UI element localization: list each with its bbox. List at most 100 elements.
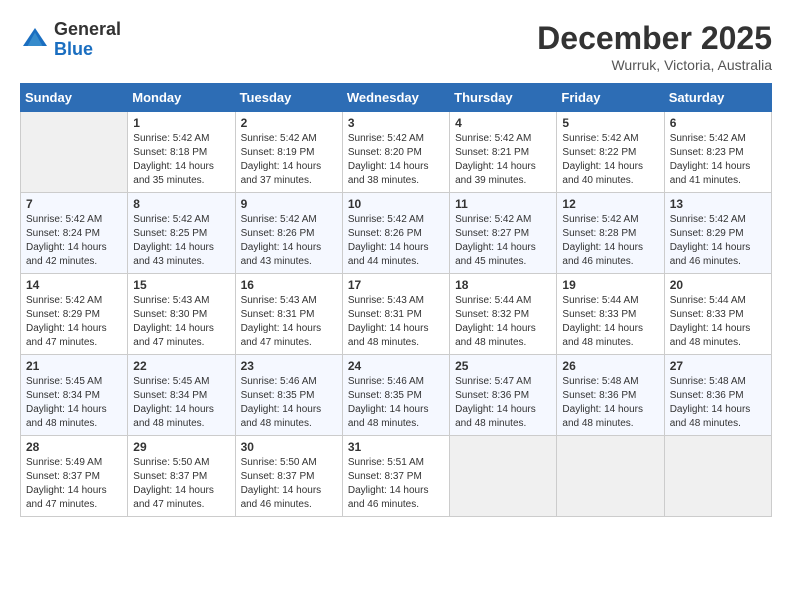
sunset-text: Sunset: 8:37 PM: [26, 471, 100, 482]
sunset-text: Sunset: 8:25 PM: [133, 228, 207, 239]
calendar-week-3: 14 Sunrise: 5:42 AM Sunset: 8:29 PM Dayl…: [21, 274, 772, 355]
day-info: Sunrise: 5:42 AM Sunset: 8:22 PM Dayligh…: [562, 132, 658, 188]
sunrise-text: Sunrise: 5:49 AM: [26, 457, 102, 468]
calendar-week-2: 7 Sunrise: 5:42 AM Sunset: 8:24 PM Dayli…: [21, 193, 772, 274]
col-monday: Monday: [128, 84, 235, 112]
day-number: 8: [133, 197, 229, 211]
day-info: Sunrise: 5:46 AM Sunset: 8:35 PM Dayligh…: [348, 375, 444, 431]
calendar-cell: 19 Sunrise: 5:44 AM Sunset: 8:33 PM Dayl…: [557, 274, 664, 355]
day-number: 20: [670, 278, 766, 292]
sunset-text: Sunset: 8:36 PM: [670, 390, 744, 401]
day-number: 19: [562, 278, 658, 292]
sunrise-text: Sunrise: 5:48 AM: [670, 376, 746, 387]
day-number: 29: [133, 440, 229, 454]
sunrise-text: Sunrise: 5:45 AM: [26, 376, 102, 387]
day-info: Sunrise: 5:45 AM Sunset: 8:34 PM Dayligh…: [26, 375, 122, 431]
sunrise-text: Sunrise: 5:44 AM: [455, 295, 531, 306]
calendar-cell: 22 Sunrise: 5:45 AM Sunset: 8:34 PM Dayl…: [128, 355, 235, 436]
day-number: 3: [348, 116, 444, 130]
sunset-text: Sunset: 8:29 PM: [670, 228, 744, 239]
daylight-text: Daylight: 14 hours and 46 minutes.: [241, 485, 322, 510]
sunrise-text: Sunrise: 5:47 AM: [455, 376, 531, 387]
sunset-text: Sunset: 8:37 PM: [241, 471, 315, 482]
daylight-text: Daylight: 14 hours and 38 minutes.: [348, 161, 429, 186]
logo-icon: [20, 25, 50, 55]
day-number: 4: [455, 116, 551, 130]
day-number: 27: [670, 359, 766, 373]
sunset-text: Sunset: 8:19 PM: [241, 147, 315, 158]
daylight-text: Daylight: 14 hours and 46 minutes.: [562, 242, 643, 267]
sunrise-text: Sunrise: 5:44 AM: [562, 295, 638, 306]
daylight-text: Daylight: 14 hours and 37 minutes.: [241, 161, 322, 186]
calendar-cell: 21 Sunrise: 5:45 AM Sunset: 8:34 PM Dayl…: [21, 355, 128, 436]
daylight-text: Daylight: 14 hours and 48 minutes.: [562, 404, 643, 429]
logo-text: General Blue: [54, 20, 121, 60]
day-info: Sunrise: 5:42 AM Sunset: 8:18 PM Dayligh…: [133, 132, 229, 188]
day-info: Sunrise: 5:42 AM Sunset: 8:20 PM Dayligh…: [348, 132, 444, 188]
sunset-text: Sunset: 8:31 PM: [348, 309, 422, 320]
calendar-cell: [21, 112, 128, 193]
col-friday: Friday: [557, 84, 664, 112]
sunset-text: Sunset: 8:33 PM: [562, 309, 636, 320]
sunrise-text: Sunrise: 5:50 AM: [241, 457, 317, 468]
day-info: Sunrise: 5:43 AM Sunset: 8:31 PM Dayligh…: [348, 294, 444, 350]
day-info: Sunrise: 5:50 AM Sunset: 8:37 PM Dayligh…: [133, 456, 229, 512]
sunset-text: Sunset: 8:20 PM: [348, 147, 422, 158]
sunrise-text: Sunrise: 5:43 AM: [348, 295, 424, 306]
page-header: General Blue December 2025 Wurruk, Victo…: [20, 20, 772, 73]
logo-general-text: General: [54, 20, 121, 40]
calendar-cell: 14 Sunrise: 5:42 AM Sunset: 8:29 PM Dayl…: [21, 274, 128, 355]
daylight-text: Daylight: 14 hours and 35 minutes.: [133, 161, 214, 186]
day-info: Sunrise: 5:42 AM Sunset: 8:29 PM Dayligh…: [26, 294, 122, 350]
day-info: Sunrise: 5:42 AM Sunset: 8:28 PM Dayligh…: [562, 213, 658, 269]
daylight-text: Daylight: 14 hours and 48 minutes.: [562, 323, 643, 348]
day-info: Sunrise: 5:42 AM Sunset: 8:19 PM Dayligh…: [241, 132, 337, 188]
daylight-text: Daylight: 14 hours and 48 minutes.: [133, 404, 214, 429]
day-number: 10: [348, 197, 444, 211]
day-info: Sunrise: 5:42 AM Sunset: 8:25 PM Dayligh…: [133, 213, 229, 269]
day-info: Sunrise: 5:44 AM Sunset: 8:33 PM Dayligh…: [670, 294, 766, 350]
daylight-text: Daylight: 14 hours and 39 minutes.: [455, 161, 536, 186]
sunrise-text: Sunrise: 5:42 AM: [133, 133, 209, 144]
day-info: Sunrise: 5:42 AM Sunset: 8:29 PM Dayligh…: [670, 213, 766, 269]
day-number: 24: [348, 359, 444, 373]
sunset-text: Sunset: 8:35 PM: [241, 390, 315, 401]
day-info: Sunrise: 5:42 AM Sunset: 8:27 PM Dayligh…: [455, 213, 551, 269]
day-number: 25: [455, 359, 551, 373]
calendar-cell: 2 Sunrise: 5:42 AM Sunset: 8:19 PM Dayli…: [235, 112, 342, 193]
daylight-text: Daylight: 14 hours and 48 minutes.: [455, 404, 536, 429]
calendar-cell: 27 Sunrise: 5:48 AM Sunset: 8:36 PM Dayl…: [664, 355, 771, 436]
calendar-cell: 13 Sunrise: 5:42 AM Sunset: 8:29 PM Dayl…: [664, 193, 771, 274]
day-number: 16: [241, 278, 337, 292]
calendar-cell: 15 Sunrise: 5:43 AM Sunset: 8:30 PM Dayl…: [128, 274, 235, 355]
day-info: Sunrise: 5:42 AM Sunset: 8:21 PM Dayligh…: [455, 132, 551, 188]
daylight-text: Daylight: 14 hours and 43 minutes.: [133, 242, 214, 267]
sunrise-text: Sunrise: 5:42 AM: [670, 133, 746, 144]
daylight-text: Daylight: 14 hours and 46 minutes.: [348, 485, 429, 510]
daylight-text: Daylight: 14 hours and 40 minutes.: [562, 161, 643, 186]
day-number: 15: [133, 278, 229, 292]
day-number: 18: [455, 278, 551, 292]
col-sunday: Sunday: [21, 84, 128, 112]
sunrise-text: Sunrise: 5:42 AM: [241, 214, 317, 225]
daylight-text: Daylight: 14 hours and 47 minutes.: [241, 323, 322, 348]
calendar-header-row: Sunday Monday Tuesday Wednesday Thursday…: [21, 84, 772, 112]
daylight-text: Daylight: 14 hours and 48 minutes.: [670, 404, 751, 429]
daylight-text: Daylight: 14 hours and 48 minutes.: [241, 404, 322, 429]
calendar-cell: 5 Sunrise: 5:42 AM Sunset: 8:22 PM Dayli…: [557, 112, 664, 193]
daylight-text: Daylight: 14 hours and 48 minutes.: [348, 404, 429, 429]
sunrise-text: Sunrise: 5:44 AM: [670, 295, 746, 306]
day-number: 30: [241, 440, 337, 454]
col-thursday: Thursday: [450, 84, 557, 112]
calendar-week-5: 28 Sunrise: 5:49 AM Sunset: 8:37 PM Dayl…: [21, 436, 772, 517]
calendar-cell: 28 Sunrise: 5:49 AM Sunset: 8:37 PM Dayl…: [21, 436, 128, 517]
day-info: Sunrise: 5:42 AM Sunset: 8:24 PM Dayligh…: [26, 213, 122, 269]
daylight-text: Daylight: 14 hours and 48 minutes.: [670, 323, 751, 348]
col-wednesday: Wednesday: [342, 84, 449, 112]
calendar-cell: 6 Sunrise: 5:42 AM Sunset: 8:23 PM Dayli…: [664, 112, 771, 193]
sunrise-text: Sunrise: 5:42 AM: [26, 295, 102, 306]
sunrise-text: Sunrise: 5:48 AM: [562, 376, 638, 387]
sunset-text: Sunset: 8:21 PM: [455, 147, 529, 158]
col-saturday: Saturday: [664, 84, 771, 112]
calendar-cell: 12 Sunrise: 5:42 AM Sunset: 8:28 PM Dayl…: [557, 193, 664, 274]
